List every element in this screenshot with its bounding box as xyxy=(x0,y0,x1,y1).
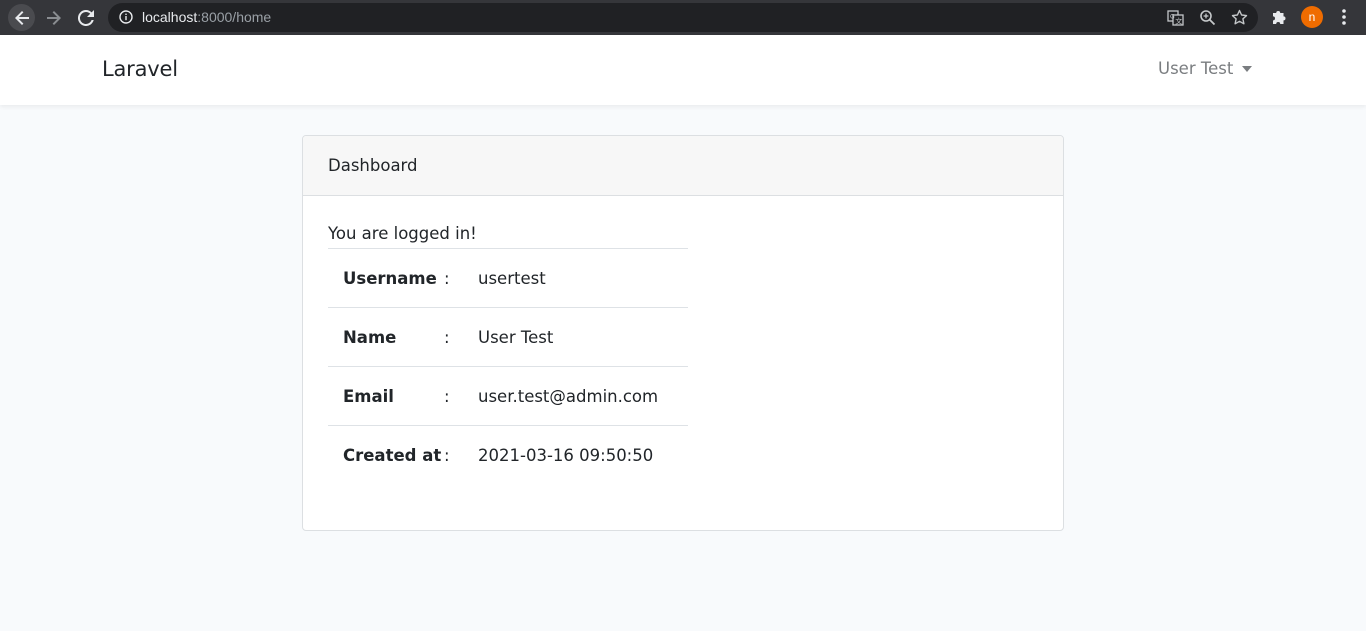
reload-button[interactable] xyxy=(72,4,100,31)
svg-text:G: G xyxy=(1170,14,1175,21)
row-separator: : xyxy=(444,425,478,485)
table-row: Created at : 2021-03-16 09:50:50 xyxy=(328,425,688,485)
row-label: Name xyxy=(328,307,444,367)
dashboard-card: Dashboard You are logged in! Username : … xyxy=(302,135,1064,531)
row-separator: : xyxy=(444,307,478,367)
app-navbar: Laravel User Test xyxy=(0,35,1366,105)
card-title: Dashboard xyxy=(328,156,418,175)
card-header: Dashboard xyxy=(303,136,1063,196)
back-button[interactable] xyxy=(8,4,35,31)
row-value: user.test@admin.com xyxy=(478,366,688,426)
reload-icon xyxy=(78,9,94,26)
row-label: Email xyxy=(328,366,444,426)
row-value: 2021-03-16 09:50:50 xyxy=(478,425,688,485)
translate-icon[interactable]: 文G xyxy=(1167,9,1184,26)
info-icon[interactable] xyxy=(119,10,133,24)
forward-arrow-icon xyxy=(47,10,61,25)
row-value: User Test xyxy=(478,307,688,367)
address-bar[interactable]: localhost:8000/home 文G xyxy=(108,3,1258,32)
user-name: User Test xyxy=(1158,59,1234,78)
login-status-text: You are logged in! xyxy=(328,224,477,243)
url-path: :8000/home xyxy=(197,9,272,25)
zoom-icon[interactable] xyxy=(1199,9,1216,26)
row-separator: : xyxy=(444,366,478,426)
row-value: usertest xyxy=(478,248,688,308)
browser-toolbar: localhost:8000/home 文G n xyxy=(0,0,1366,35)
profile-avatar[interactable]: n xyxy=(1301,6,1323,28)
table-row: Username : usertest xyxy=(328,248,688,308)
url-text: localhost:8000/home xyxy=(142,9,271,26)
svg-text:文: 文 xyxy=(1175,17,1182,26)
brand-link[interactable]: Laravel xyxy=(102,55,178,83)
table-row: Name : User Test xyxy=(328,307,688,367)
puzzle-icon[interactable] xyxy=(1270,8,1288,26)
row-label: Username xyxy=(328,248,444,308)
user-info-table: Username : usertest Name : User Test Ema… xyxy=(328,248,688,485)
kebab-menu-icon[interactable] xyxy=(1334,8,1354,26)
row-label: Created at xyxy=(328,425,444,485)
user-dropdown-toggle[interactable]: User Test xyxy=(1158,58,1253,80)
star-icon[interactable] xyxy=(1231,9,1248,26)
back-arrow-icon xyxy=(14,10,29,25)
caret-down-icon xyxy=(1242,66,1253,72)
forward-button[interactable] xyxy=(40,4,68,31)
table-row: Email : user.test@admin.com xyxy=(328,366,688,426)
row-separator: : xyxy=(444,248,478,308)
url-host: localhost xyxy=(142,9,198,25)
